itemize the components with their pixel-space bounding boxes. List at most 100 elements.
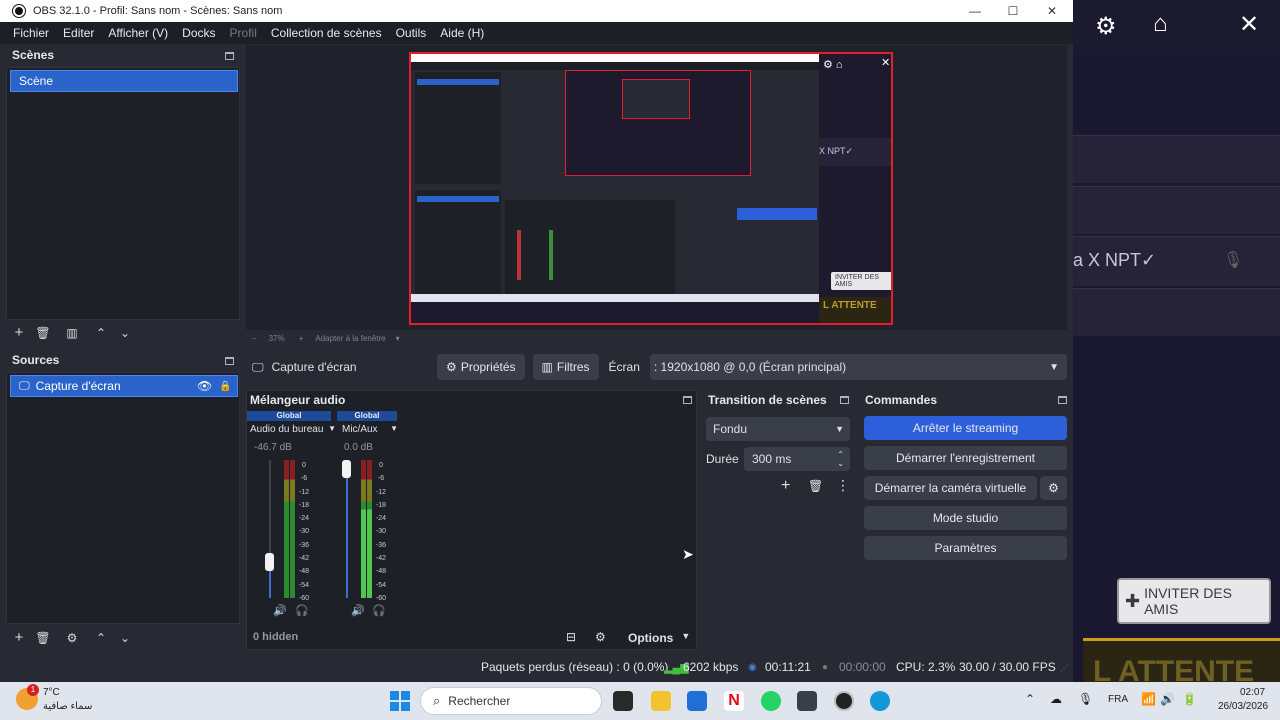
gear-icon[interactable]: ⚙ [1095,12,1117,41]
maximize-button[interactable]: ☐ [993,0,1033,22]
db-scale: 0 -6 -12 -18 -24 -30 -36 -42 -48 -54 -60 [375,462,387,602]
clock-date[interactable]: 26/03/2026 [1218,701,1268,712]
undock-icon[interactable] [225,357,234,365]
transition-select[interactable]: Fondu ▼ [706,417,850,441]
headphones-icon[interactable]: 🎧 [295,604,309,617]
nested-attente: L ATTENTE [819,297,891,323]
windows-logo-tile [390,691,399,700]
battery-icon[interactable]: 🔋 [1182,692,1197,706]
store-icon[interactable] [687,691,707,711]
whatsapp-icon[interactable] [761,691,781,711]
lock-icon[interactable]: 🔒 [219,381,231,392]
home-icon[interactable]: ⌂ [1153,10,1168,38]
speaker-icon[interactable]: 🔊 [351,604,365,617]
preview-canvas[interactable]: ⚙ ⌂ ✕ X NPT✓ INVITER DES AMIS L ATTENTE [409,52,893,325]
menu-outils[interactable]: Outils [389,26,434,40]
fit-window-label[interactable]: Adapter à la fenêtre [315,334,385,343]
layout-icon[interactable]: ⊟ [566,630,576,644]
volume-knob[interactable] [342,460,351,478]
virtual-camera-settings-button[interactable]: ⚙ [1040,476,1067,500]
microphone-icon[interactable]: 🎙 [1078,692,1093,706]
move-down-icon[interactable]: ⌄ [116,325,134,341]
title-bar: OBS 32.1.0 - Profil: Sans nom - Scènes: … [0,0,1073,22]
minimize-button[interactable]: — [955,0,995,22]
headphones-icon[interactable]: 🎧 [372,604,386,617]
gear-icon[interactable]: ⚙ [63,630,81,646]
close-button[interactable]: ✕ [1032,0,1072,22]
move-up-icon[interactable]: ⌃ [92,325,110,341]
netflix-icon[interactable]: N [724,691,744,711]
mixer-title: Mélangeur audio [250,393,346,407]
move-up-icon[interactable]: ⌃ [92,630,110,646]
stepper-icon[interactable]: ⌃ ⌄ [837,450,844,468]
undock-icon[interactable] [683,396,692,404]
remove-source-icon[interactable]: 🗑 [34,630,52,646]
onedrive-icon[interactable]: ☁ [1050,692,1062,706]
add-transition-icon[interactable]: + [781,477,790,495]
taskbar-search[interactable]: ⌕ Rechercher [420,687,602,715]
stream-time: 00:11:21 [765,660,811,674]
properties-button[interactable]: ⚙ Propriétés [437,354,525,380]
start-virtual-camera-button[interactable]: Démarrer la caméra virtuelle [864,476,1037,500]
channel-name-select[interactable]: Audio du bureau ▼ [250,424,336,435]
more-icon[interactable]: ⋮ [836,477,850,494]
start-button[interactable] [390,691,410,711]
undock-icon[interactable] [225,52,234,60]
level-meter [367,460,372,598]
scene-item[interactable]: Scène [10,70,238,92]
duration-input[interactable]: 300 ms ⌃ ⌄ [744,447,850,471]
filters-button[interactable]: ▥ Filtres [532,354,599,380]
clock-time[interactable]: 02:07 [1240,687,1265,698]
move-down-icon[interactable]: ⌄ [116,630,134,646]
undock-icon[interactable] [840,396,849,404]
edge-icon[interactable] [870,691,890,711]
zoom-out-icon[interactable]: − [252,334,257,343]
volume-fill[interactable] [346,460,348,598]
source-item[interactable]: 🖵 Capture d'écran 👁 🔒 [10,375,238,397]
file-explorer-icon[interactable] [651,691,671,711]
volume-knob[interactable] [265,553,274,571]
menu-fichier[interactable]: Fichier [6,26,56,40]
settings-button[interactable]: Paramètres [864,536,1067,560]
filter-icon[interactable]: ▥ [63,325,81,341]
volume-icon[interactable]: 🔊 [1160,692,1175,706]
chevron-down-icon[interactable]: ▾ [396,334,400,343]
speaker-icon[interactable]: 🔊 [273,604,287,617]
remove-scene-icon[interactable]: 🗑 [34,325,52,341]
windows-logo-tile [390,702,399,711]
menu-profil[interactable]: Profil [223,26,264,40]
stop-streaming-button[interactable]: Arrêter le streaming [864,416,1067,440]
menu-docks[interactable]: Docks [175,26,222,40]
options-button[interactable]: Options ▼ [628,631,690,645]
advanced-gear-icon[interactable]: ⚙ [595,630,606,644]
language-indicator[interactable]: FRA [1108,694,1128,705]
add-scene-icon[interactable]: + [10,325,28,341]
resize-grip-icon[interactable]: ⋰ [1060,664,1068,673]
start-recording-button[interactable]: Démarrer l'enregistrement [864,446,1067,470]
mouse-cursor: ➤ [682,546,694,562]
windows-logo-tile [401,691,410,700]
invite-friends-button[interactable]: ✚ INVITER DES AMIS [1117,578,1271,624]
undock-icon[interactable] [1058,396,1067,404]
obs-taskbar-icon[interactable] [834,691,854,711]
app-icon-terminal[interactable] [613,691,633,711]
remove-transition-icon[interactable]: 🗑 [808,479,823,493]
menu-editer[interactable]: Editer [56,26,101,40]
chevron-up-icon[interactable]: ⌃ [1025,692,1035,706]
screen-select[interactable]: : 1920x1080 @ 0,0 (Écran principal) ▼ [649,354,1067,380]
menu-afficher[interactable]: Afficher (V) [101,26,175,40]
studio-mode-button[interactable]: Mode studio [864,506,1067,530]
nested-taskbar [411,294,819,302]
db-scale: 0 -6 -12 -18 -24 -30 -36 -42 -48 -54 -60 [298,462,310,602]
add-source-icon[interactable]: + [10,630,28,646]
menu-aide[interactable]: Aide (H) [433,26,491,40]
menu-collection[interactable]: Collection de scènes [264,26,389,40]
gear-icon: ⚙ [446,360,457,374]
app-icon-game[interactable] [797,691,817,711]
zoom-in-icon[interactable]: + [299,334,304,343]
channel-name-select[interactable]: Mic/Aux ▼ [342,424,398,435]
eye-icon[interactable]: 👁 [197,379,212,393]
wifi-icon[interactable]: 📶 [1141,692,1156,706]
close-icon[interactable]: ✕ [1239,10,1259,39]
sources-list: 🖵 Capture d'écran 👁 🔒 [6,372,240,624]
